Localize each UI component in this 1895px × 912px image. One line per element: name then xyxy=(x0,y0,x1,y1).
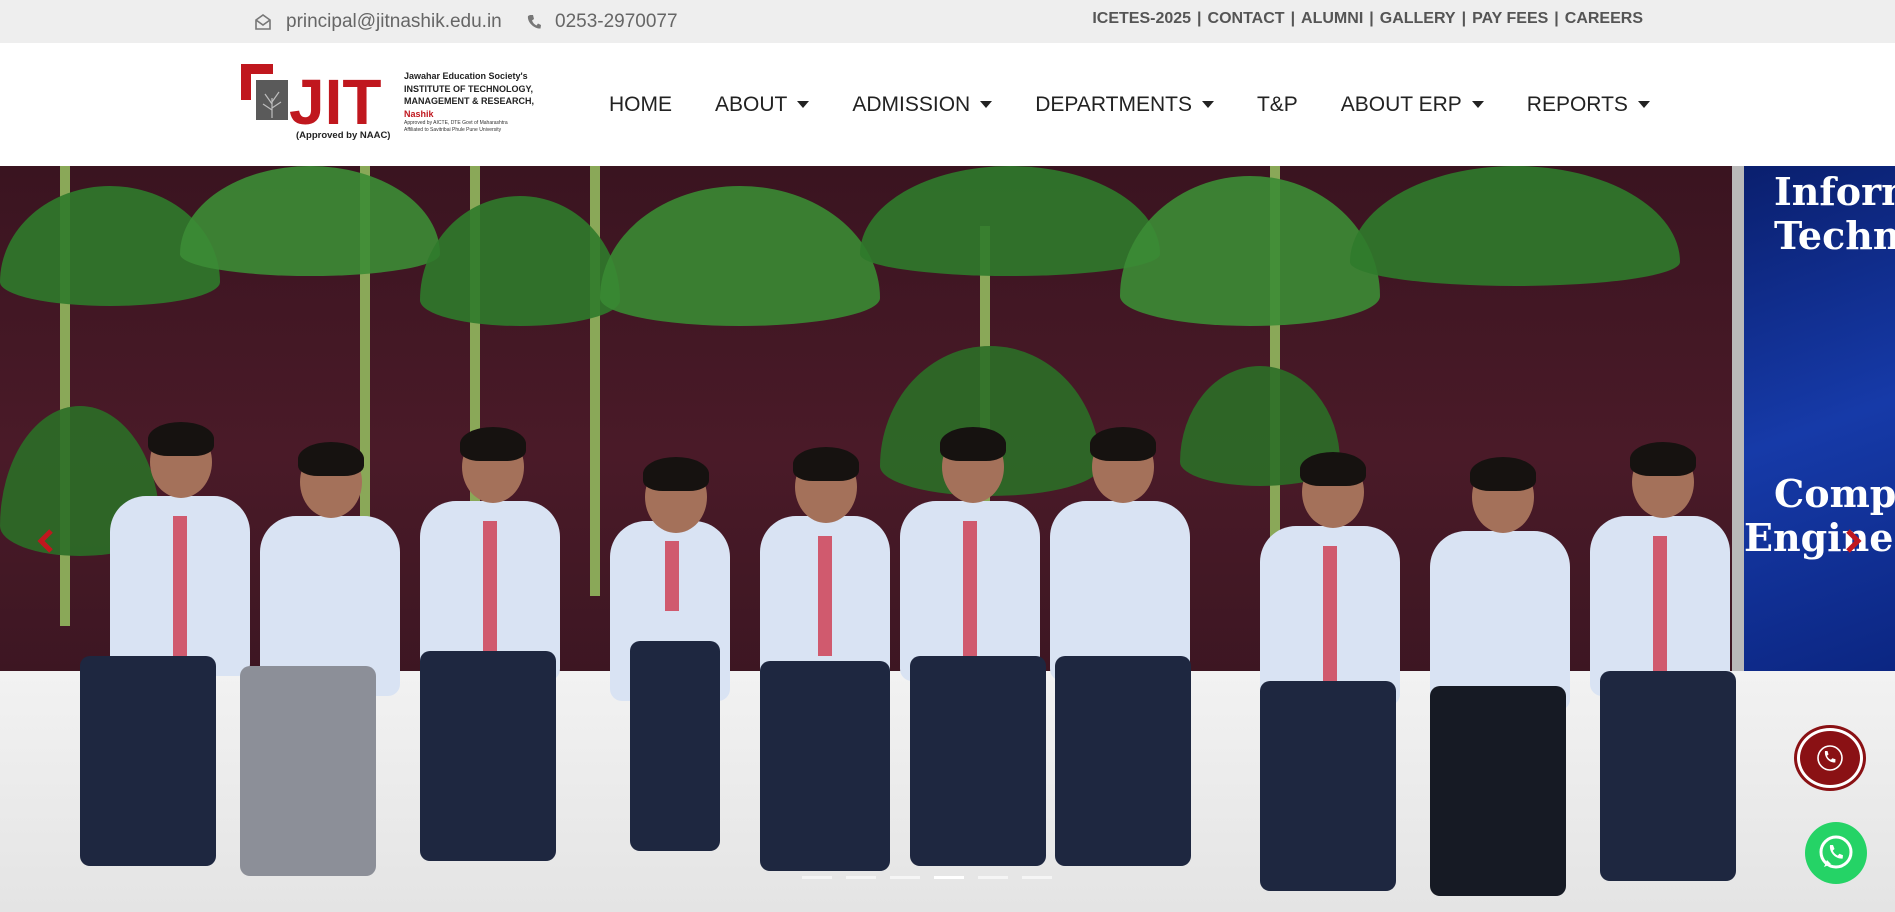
caret-down-icon xyxy=(797,101,810,108)
nav-departments[interactable]: DEPARTMENTS xyxy=(1035,93,1214,117)
caret-down-icon xyxy=(1637,101,1650,108)
phone-contact[interactable]: 0253-2970077 xyxy=(527,0,678,43)
carousel-indicator[interactable] xyxy=(890,876,920,879)
top-links: ICETES-2025 | CONTACT | ALUMNI | GALLERY… xyxy=(1092,0,1643,38)
nav-about-erp[interactable]: ABOUT ERP xyxy=(1341,93,1484,117)
logo-text: Jawahar Education Society's INSTITUTE OF… xyxy=(404,70,544,134)
phone-icon xyxy=(527,14,541,29)
chevron-right-icon xyxy=(1846,529,1862,553)
nav-label: DEPARTMENTS xyxy=(1035,92,1192,116)
top-link-gallery[interactable]: GALLERY xyxy=(1380,10,1456,28)
call-button[interactable] xyxy=(1797,728,1863,788)
top-link-contact[interactable]: CONTACT xyxy=(1208,10,1285,28)
logo-line2: INSTITUTE OF TECHNOLOGY, xyxy=(404,83,534,94)
top-bar: principal@jitnashik.edu.in 0253-2970077 … xyxy=(0,0,1895,43)
carousel-indicators xyxy=(795,876,1059,879)
separator: | xyxy=(1290,10,1296,27)
carousel-indicator-active[interactable] xyxy=(934,876,964,879)
phone-text: 0253-2970077 xyxy=(555,10,678,32)
carousel-indicator[interactable] xyxy=(978,876,1008,879)
nav-about[interactable]: ABOUT xyxy=(715,92,810,117)
logo-naac: (Approved by NAAC) xyxy=(296,130,391,141)
envelope-icon xyxy=(255,13,271,30)
separator: | xyxy=(1369,10,1374,27)
hero-carousel: Inform Techno Comp Engine xyxy=(0,166,1895,912)
caret-down-icon xyxy=(1201,101,1214,108)
main-header: JIT Jawahar Education Society's INSTITUT… xyxy=(0,43,1895,166)
nav-reports[interactable]: REPORTS xyxy=(1527,93,1650,117)
logo-line1: Jawahar Education Society's xyxy=(404,71,528,81)
svg-text:JIT: JIT xyxy=(289,66,381,138)
separator: | xyxy=(1197,10,1202,27)
whatsapp-icon xyxy=(1819,835,1853,869)
carousel-indicator[interactable] xyxy=(1022,876,1052,879)
nav-label: ABOUT ERP xyxy=(1340,92,1462,116)
top-link-careers[interactable]: CAREERS xyxy=(1565,10,1643,28)
separator: | xyxy=(1554,10,1559,27)
nav-tp[interactable]: T&P xyxy=(1257,93,1298,117)
nav-label: ADMISSION xyxy=(852,92,971,116)
email-text: principal@jitnashik.edu.in xyxy=(286,10,502,32)
nav-label: REPORTS xyxy=(1526,92,1628,116)
logo-affiliation: Affiliated to Savitribai Phule Pune Univ… xyxy=(404,127,502,133)
caret-down-icon xyxy=(980,101,993,108)
email-contact[interactable]: principal@jitnashik.edu.in xyxy=(254,0,502,43)
top-link-icetes[interactable]: ICETES-2025 xyxy=(1092,10,1191,28)
caret-down-icon xyxy=(1471,101,1484,108)
carousel-indicator[interactable] xyxy=(846,876,876,879)
nav-admission[interactable]: ADMISSION xyxy=(852,92,993,117)
separator: | xyxy=(1461,10,1467,27)
carousel-indicator[interactable] xyxy=(802,876,832,879)
nav-label: ABOUT xyxy=(715,92,788,116)
nav-home[interactable]: HOME xyxy=(609,93,672,117)
chevron-left-icon xyxy=(37,529,53,553)
nav-label: HOME xyxy=(609,92,672,116)
logo-city: Nashik xyxy=(404,108,434,119)
carousel-prev-button[interactable] xyxy=(32,526,62,556)
phone-call-icon xyxy=(1817,745,1843,771)
banner-line4: Engine xyxy=(1744,515,1894,560)
top-link-pay-fees[interactable]: PAY FEES xyxy=(1472,10,1548,28)
banner-line1: Inform xyxy=(1774,169,1895,214)
logo-approval: Approved by AICTE, DTE Govt of Maharasht… xyxy=(404,120,508,126)
nav-label: T&P xyxy=(1256,92,1298,116)
main-nav: HOME ABOUT ADMISSION DEPARTMENTS T&P ABO… xyxy=(609,43,1693,166)
site-logo[interactable]: JIT Jawahar Education Society's INSTITUT… xyxy=(241,64,541,146)
banner-line2: Techno xyxy=(1774,213,1895,258)
carousel-next-button[interactable] xyxy=(1837,526,1867,556)
banner-line3: Comp xyxy=(1774,471,1895,516)
top-link-alumni[interactable]: ALUMNI xyxy=(1301,10,1363,28)
logo-line3: MANAGEMENT & RESEARCH, xyxy=(404,96,535,106)
whatsapp-button[interactable] xyxy=(1805,822,1867,884)
department-banner: Inform Techno Comp Engine xyxy=(1732,166,1895,686)
